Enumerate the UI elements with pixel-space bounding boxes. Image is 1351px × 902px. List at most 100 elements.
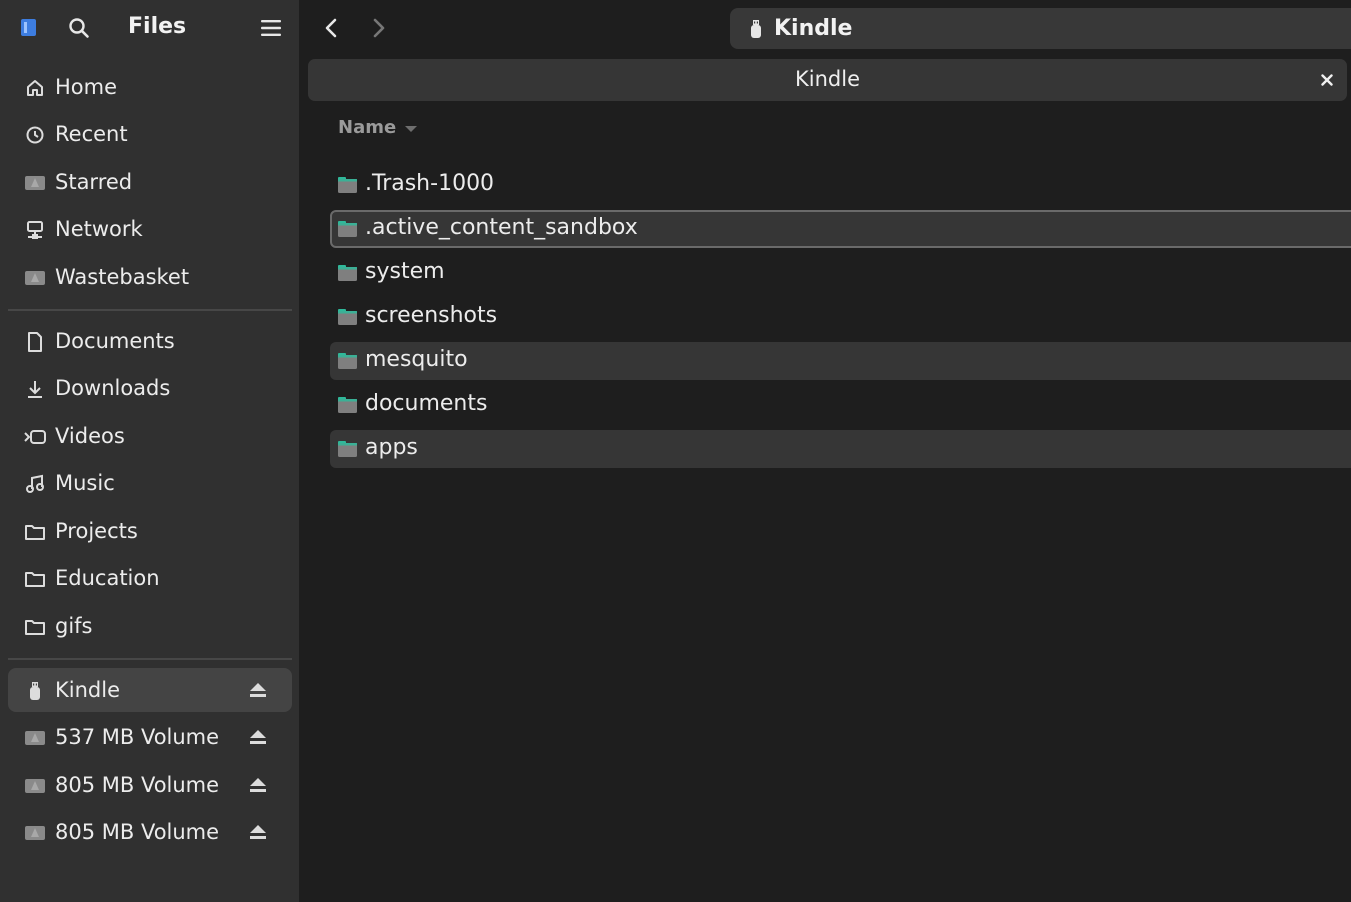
- file-name: .active_content_sandbox: [365, 215, 638, 240]
- sidebar-item-label: Downloads: [55, 376, 171, 400]
- folder-icon: [338, 265, 357, 281]
- sidebar-item-education[interactable]: Education: [8, 556, 292, 600]
- eject-button[interactable]: [248, 727, 268, 747]
- sidebar-item-gifs[interactable]: gifs: [8, 604, 292, 648]
- sidebar-item-label: Home: [55, 75, 118, 99]
- file-name: mesquito: [365, 347, 468, 372]
- sidebar-item-music[interactable]: Music: [8, 461, 292, 505]
- folder-outline-icon: [24, 617, 46, 637]
- sidebar-item-videos[interactable]: Videos: [8, 414, 292, 458]
- chevron-left-icon: [325, 18, 337, 38]
- sidebar-item-wastebasket[interactable]: Wastebasket: [8, 255, 292, 299]
- sidebar-item-home[interactable]: Home: [8, 65, 292, 109]
- search-icon: [69, 18, 89, 38]
- main-menu-button[interactable]: [256, 13, 286, 43]
- sidebar-item-documents[interactable]: Documents: [8, 319, 292, 363]
- sidebar-separator: [8, 309, 292, 311]
- folder-icon: [338, 221, 357, 237]
- list-item[interactable]: apps: [330, 430, 1351, 468]
- path-bar-label: Kindle: [774, 16, 853, 41]
- clock-icon: [24, 125, 46, 145]
- sidebar-item-projects[interactable]: Projects: [8, 509, 292, 553]
- sort-descending-icon: [405, 126, 417, 132]
- music-icon: [24, 474, 46, 494]
- document-icon: [24, 332, 46, 352]
- usb-icon: [24, 681, 46, 701]
- sidebar-item-label: Starred: [55, 170, 133, 194]
- sidebar-item-label: Videos: [55, 424, 125, 448]
- drive-icon: [24, 776, 46, 796]
- back-button[interactable]: [317, 13, 345, 43]
- chevron-right-icon: [373, 18, 385, 38]
- app-title: Files: [128, 14, 187, 39]
- sidebar-item-label: Documents: [55, 329, 175, 353]
- folder-icon: [338, 309, 357, 325]
- folder-icon: [338, 353, 357, 369]
- sidebar-item-label: Music: [55, 471, 115, 495]
- tab-close-button[interactable]: [1316, 69, 1338, 91]
- eject-icon: [250, 683, 266, 697]
- sidebar-item-label: Recent: [55, 122, 128, 146]
- file-name: apps: [365, 435, 418, 460]
- files-app-icon: [21, 19, 36, 36]
- path-bar[interactable]: Kindle: [730, 8, 1351, 49]
- search-button[interactable]: [64, 13, 94, 43]
- eject-icon: [250, 730, 266, 744]
- download-icon: [24, 379, 46, 399]
- sidebar-item-label: 805 MB Volume: [55, 820, 220, 844]
- sidebar-item-label: 805 MB Volume: [55, 773, 220, 797]
- sidebar-item-recent[interactable]: Recent: [8, 112, 292, 156]
- folder-icon: [338, 397, 357, 413]
- sidebar-item-volume-805-b[interactable]: 805 MB Volume: [8, 810, 292, 854]
- sidebar-item-kindle[interactable]: Kindle: [8, 668, 292, 712]
- sidebar-item-network[interactable]: Network: [8, 207, 292, 251]
- drive-icon: [24, 823, 46, 843]
- folder-outline-icon: [24, 522, 46, 542]
- column-header-name[interactable]: Name: [338, 117, 396, 138]
- folder-icon: [338, 177, 357, 193]
- sidebar: Files Home Recent Starred Network Wasteb…: [0, 0, 299, 902]
- sidebar-item-label: Education: [55, 566, 160, 590]
- sidebar-item-label: Wastebasket: [55, 265, 190, 289]
- eject-button[interactable]: [248, 775, 268, 795]
- sidebar-item-label: gifs: [55, 614, 93, 638]
- list-item[interactable]: .Trash-1000: [330, 166, 1351, 204]
- tab-kindle[interactable]: Kindle: [308, 59, 1347, 101]
- main-view: Kindle Kindle Name .Trash-1000 .active_c…: [299, 0, 1351, 902]
- usb-icon: [751, 20, 761, 38]
- hamburger-menu-icon: [261, 20, 281, 36]
- file-name: .Trash-1000: [365, 171, 495, 196]
- tab-title: Kindle: [795, 67, 860, 91]
- file-name: documents: [365, 391, 488, 416]
- sidebar-separator: [8, 658, 292, 660]
- folder-outline-icon: [24, 569, 46, 589]
- list-item[interactable]: screenshots: [330, 298, 1351, 336]
- file-name: screenshots: [365, 303, 498, 328]
- network-icon: [24, 220, 46, 240]
- eject-icon: [250, 778, 266, 792]
- close-icon: [1321, 74, 1333, 86]
- forward-button[interactable]: [365, 13, 393, 43]
- sidebar-item-label: Projects: [55, 519, 138, 543]
- video-icon: [24, 427, 46, 447]
- eject-icon: [250, 825, 266, 839]
- sidebar-header: Files: [0, 0, 299, 56]
- drive-icon: [24, 728, 46, 748]
- sidebar-item-label: Kindle: [55, 678, 120, 702]
- folder-icon: [338, 441, 357, 457]
- drive-icon: [24, 268, 46, 288]
- list-item[interactable]: documents: [330, 386, 1351, 424]
- file-name: system: [365, 259, 445, 284]
- sidebar-item-starred[interactable]: Starred: [8, 160, 292, 204]
- eject-button[interactable]: [248, 680, 268, 700]
- sidebar-item-downloads[interactable]: Downloads: [8, 366, 292, 410]
- eject-button[interactable]: [248, 822, 268, 842]
- list-item[interactable]: system: [330, 254, 1351, 292]
- sidebar-item-label: 537 MB Volume: [55, 725, 220, 749]
- list-item[interactable]: .active_content_sandbox: [330, 210, 1351, 248]
- sidebar-item-volume-805-a[interactable]: 805 MB Volume: [8, 763, 292, 807]
- drive-icon: [24, 173, 46, 193]
- list-item[interactable]: mesquito: [330, 342, 1351, 380]
- sidebar-item-volume-537[interactable]: 537 MB Volume: [8, 715, 292, 759]
- home-icon: [24, 78, 46, 98]
